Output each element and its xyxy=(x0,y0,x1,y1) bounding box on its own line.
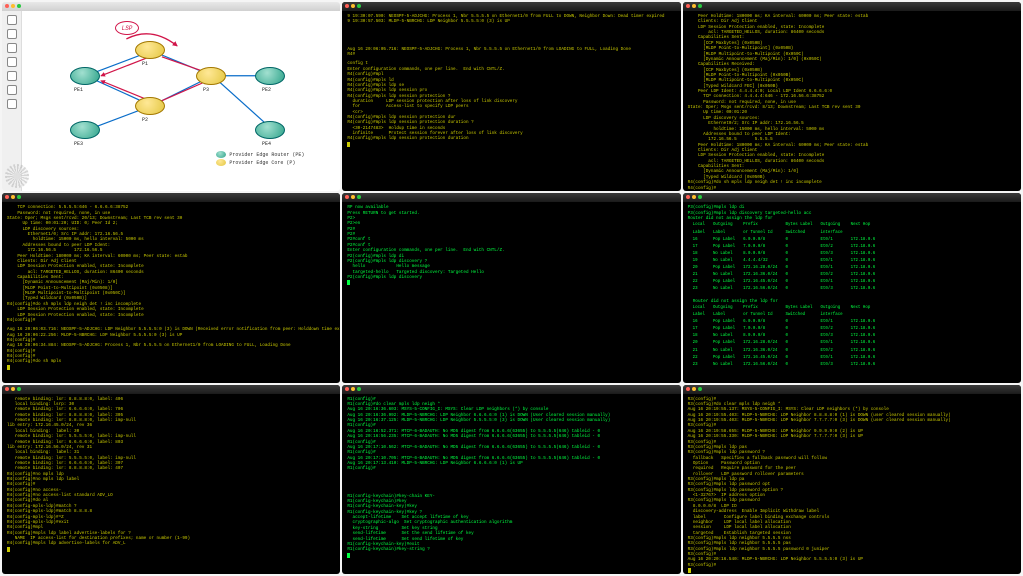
tool-icon[interactable] xyxy=(7,43,17,53)
mpls-label-table: LocalOutgoingPrefixBytes LabelOutgoingNe… xyxy=(688,304,881,370)
router-p3[interactable] xyxy=(196,67,226,85)
terminal-output[interactable]: Peer Holdtime: 180000 ms; KA interval: 6… xyxy=(683,11,1021,191)
mpls-label-table: LocalOutgoingPrefixBytes LabelOutgoingNe… xyxy=(688,221,881,294)
terminal-ldp-neighbor-detail[interactable]: Peer Holdtime: 180000 ms; KA interval: 6… xyxy=(683,2,1021,191)
terminal-output[interactable]: P3(config)#mpls ldp diP3(config)#mpls ld… xyxy=(683,202,1021,382)
router-pe4[interactable] xyxy=(255,121,285,139)
router-p2[interactable] xyxy=(135,97,165,115)
label: PE2 xyxy=(262,87,271,93)
tool-icon[interactable] xyxy=(7,57,17,67)
terminal-output[interactable]: 9 19:30:07.590: NEOSPF-5-ADJCHG: Process… xyxy=(342,11,680,191)
terminal-output[interactable]: R1(config)#R1(config)#do clear mpls ldp … xyxy=(342,394,680,574)
label: PE1 xyxy=(74,87,83,93)
tool-icon[interactable] xyxy=(7,15,17,25)
panel-topology[interactable]: LSP PE1 P1 P2 P3 PE2 PE3 PE4 Provider Ed… xyxy=(2,2,340,191)
terminal-output[interactable]: R3(config)#R3(config)#do clear mpls ldp … xyxy=(683,394,1021,574)
tool-icon[interactable] xyxy=(7,29,17,39)
tool-icon[interactable] xyxy=(7,71,17,81)
terminal-md5-badauth[interactable]: R1(config)#R1(config)#do clear mpls ldp … xyxy=(342,385,680,574)
terminal-output[interactable]: RP now availablePress RETURN to get star… xyxy=(342,202,680,382)
label: PE4 xyxy=(262,141,271,147)
titlebar[interactable] xyxy=(2,2,340,11)
router-pe3[interactable] xyxy=(70,121,100,139)
tool-icon[interactable] xyxy=(7,85,17,95)
terminal-ldp-session-state[interactable]: TCP connection: 5.5.5.5:646 - 6.6.6.6:38… xyxy=(2,193,340,382)
label: P1 xyxy=(142,61,148,67)
terminal-output[interactable]: remote binding: lsr: 8.8.8.8:0, label: 4… xyxy=(2,394,340,574)
router-p1[interactable] xyxy=(135,41,165,59)
terminal-r4-session-protection[interactable]: 9 19:30:07.590: NEOSPF-5-ADJCHG: Process… xyxy=(342,2,680,191)
tool-icon[interactable] xyxy=(7,99,17,109)
terminal-p2-discovery[interactable]: RP now availablePress RETURN to get star… xyxy=(342,193,680,382)
terminal-mpls-forwarding-table[interactable]: P3(config)#mpls ldp diP3(config)#mpls ld… xyxy=(683,193,1021,382)
lsp-badge: LSP xyxy=(115,21,139,35)
clock-icon xyxy=(5,164,29,188)
label: P3 xyxy=(203,87,209,93)
label: P2 xyxy=(142,117,148,123)
legend: Provider Edge Router (PE) Provider Edge … xyxy=(216,150,304,167)
router-pe2[interactable] xyxy=(255,67,285,85)
terminal-label-bindings[interactable]: remote binding: lsr: 8.8.8.8:0, label: 4… xyxy=(2,385,340,574)
terminal-output[interactable]: TCP connection: 5.5.5.5:646 - 6.6.6.6:38… xyxy=(2,202,340,382)
terminal-ldp-password[interactable]: R3(config)#R3(config)#do clear mpls ldp … xyxy=(683,385,1021,574)
topology-canvas[interactable]: LSP PE1 P1 P2 P3 PE2 PE3 PE4 Provider Ed… xyxy=(2,11,340,191)
label: PE3 xyxy=(74,141,83,147)
router-pe1[interactable] xyxy=(70,67,100,85)
